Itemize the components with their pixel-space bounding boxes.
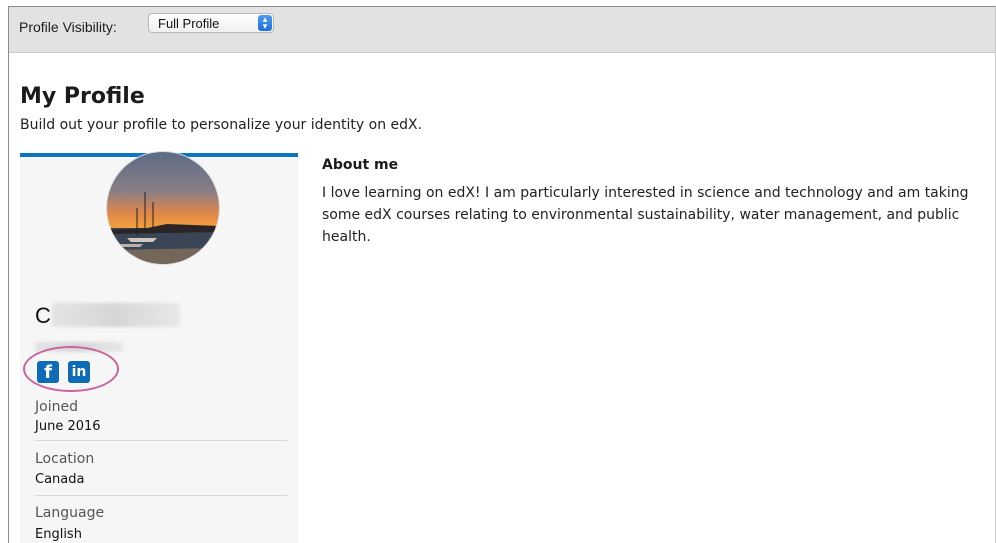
divider bbox=[35, 440, 287, 441]
profile-visibility-select[interactable]: Full Profile ▴ ▾ bbox=[148, 13, 274, 33]
divider bbox=[35, 495, 287, 496]
profile-name-initial: C bbox=[35, 303, 51, 328]
profile-visibility-label: Profile Visibility: bbox=[19, 19, 117, 35]
facebook-icon[interactable]: f bbox=[37, 361, 59, 383]
location-value: Canada bbox=[35, 472, 85, 487]
profile-avatar[interactable] bbox=[106, 151, 220, 265]
visibility-toolbar: Profile Visibility: Full Profile ▴ ▾ bbox=[9, 7, 995, 53]
linkedin-icon[interactable]: in bbox=[68, 361, 90, 383]
select-updown-icon: ▴ ▾ bbox=[258, 15, 272, 31]
joined-label: Joined bbox=[35, 399, 78, 415]
avatar-image bbox=[107, 152, 219, 264]
language-value: English bbox=[35, 527, 82, 542]
profile-visibility-value: Full Profile bbox=[158, 16, 220, 31]
about-me-heading: About me bbox=[322, 157, 399, 173]
about-me-text: I love learning on edX! I am particularl… bbox=[322, 185, 969, 245]
page-subtitle: Build out your profile to personalize yo… bbox=[20, 117, 423, 133]
page-title: My Profile bbox=[20, 84, 145, 109]
redacted-name bbox=[52, 303, 180, 327]
joined-value: June 2016 bbox=[35, 419, 101, 434]
location-label: Location bbox=[35, 451, 95, 467]
language-label: Language bbox=[35, 505, 105, 521]
profile-sidebar: C f in Joined June 2016 Location Canada … bbox=[20, 151, 298, 543]
profile-page-frame: Profile Visibility: Full Profile ▴ ▾ My P… bbox=[8, 6, 996, 543]
